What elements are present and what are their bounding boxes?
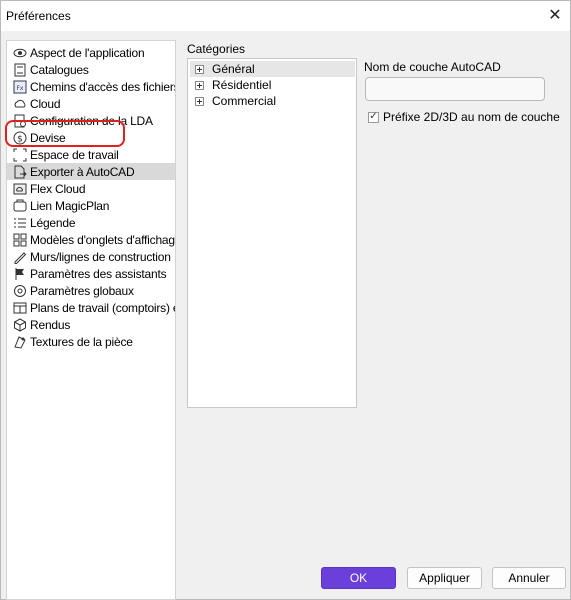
layer-name-label: Nom de couche AutoCAD (364, 60, 501, 74)
category-label: Résidentiel (212, 78, 272, 92)
category-tree-item[interactable]: Résidentiel (190, 77, 355, 93)
textures-icon (13, 335, 27, 349)
categories-label: Catégories (187, 42, 246, 56)
eye-icon (13, 46, 27, 60)
nav-item[interactable]: Modèles d'onglets d'affichage (7, 231, 176, 248)
nav-item[interactable]: Plans de travail (comptoirs) et garnitur… (7, 299, 175, 316)
cancel-button[interactable]: Annuler (492, 567, 566, 589)
nav-item-label: Paramètres globaux (30, 283, 134, 298)
expand-icon[interactable] (195, 96, 204, 106)
category-tree-item[interactable]: Commercial (190, 93, 355, 109)
nav-item[interactable]: Paramètres des assistants (7, 265, 175, 282)
catalog-icon (13, 63, 27, 77)
legend-icon (13, 216, 27, 230)
nav-item[interactable]: Fx Chemins d'accès des fichiers (7, 78, 176, 95)
prefix-checkbox-label: Préfixe 2D/3D au nom de couche (383, 110, 560, 124)
nav-item-label: Rendus (30, 317, 71, 332)
category-label: Commercial (212, 94, 277, 108)
nav-item-label: Textures de la pièce (30, 334, 133, 349)
layer-name-input[interactable] (365, 77, 545, 101)
nav-item-label: Exporter à AutoCAD (30, 164, 135, 179)
categories-tree: Général Résidentiel Commercial (187, 58, 357, 408)
magicplan-icon (13, 199, 27, 213)
nav-item-label: Flex Cloud (30, 181, 86, 196)
nav-item[interactable]: Paramètres globaux (7, 282, 175, 299)
cloud-icon (13, 97, 27, 111)
nav-item[interactable]: Légende (7, 214, 175, 231)
close-icon[interactable]: ✕ (540, 1, 570, 31)
nav-item-label: Plans de travail (comptoirs) et garnitur… (30, 300, 175, 315)
apply-button[interactable]: Appliquer (407, 567, 482, 589)
nav-item[interactable]: Murs/lignes de construction (7, 248, 175, 265)
nav-item[interactable]: Espace de travail (7, 146, 175, 163)
flex-cloud-icon (13, 182, 27, 196)
nav-item[interactable]: Exporter à AutoCAD (7, 163, 175, 180)
expand-icon[interactable] (195, 80, 204, 90)
nav-item-label: Chemins d'accès des fichiers (30, 79, 176, 94)
countertop-icon (13, 301, 27, 315)
nav-item[interactable]: Flex Cloud (7, 180, 175, 197)
flag-icon (13, 267, 27, 281)
nav-item-label: Aspect de l'application (30, 45, 145, 60)
nav-item[interactable]: Aspect de l'application (7, 44, 175, 61)
workspace-icon (13, 148, 27, 162)
dialog-title: Préférences (6, 9, 71, 23)
category-label: Général (212, 62, 255, 76)
nav-item[interactable]: Rendus (7, 316, 175, 333)
nav-item[interactable]: Textures de la pièce (7, 333, 175, 350)
title-bar: Préférences ✕ (1, 1, 570, 31)
expand-icon[interactable] (195, 64, 204, 74)
nav-item-label: Lien MagicPlan (30, 198, 110, 213)
nav-item-label: Cloud (30, 96, 61, 111)
prefix-checkbox-row[interactable]: ✓ Préfixe 2D/3D au nom de couche (368, 110, 560, 124)
nav-item[interactable]: Catalogues (7, 61, 175, 78)
cube-icon (13, 317, 27, 332)
ok-button[interactable]: OK (321, 567, 396, 589)
prefix-checkbox[interactable]: ✓ (368, 111, 379, 123)
export-autocad-icon (13, 165, 27, 179)
preferences-dialog: Préférences ✕ Aspect de l'application Cat… (0, 0, 571, 600)
selection-highlight-annotation (5, 120, 125, 147)
nav-item-label: Modèles d'onglets d'affichage (30, 232, 176, 247)
nav-item-label: Paramètres des assistants (30, 266, 167, 281)
walls-icon (13, 250, 27, 264)
category-tree-item[interactable]: Général (190, 61, 355, 77)
nav-item-label: Espace de travail (30, 147, 119, 162)
file-paths-icon: Fx (13, 80, 27, 94)
svg-text:Fx: Fx (16, 85, 23, 92)
globe-icon (13, 284, 27, 298)
nav-item-label: Catalogues (30, 62, 89, 77)
nav-item-label: Murs/lignes de construction (30, 249, 171, 264)
nav-item-label: Légende (30, 215, 76, 230)
nav-item[interactable]: Cloud (7, 95, 175, 112)
display-tabs-icon (13, 233, 27, 247)
nav-item[interactable]: Lien MagicPlan (7, 197, 175, 214)
